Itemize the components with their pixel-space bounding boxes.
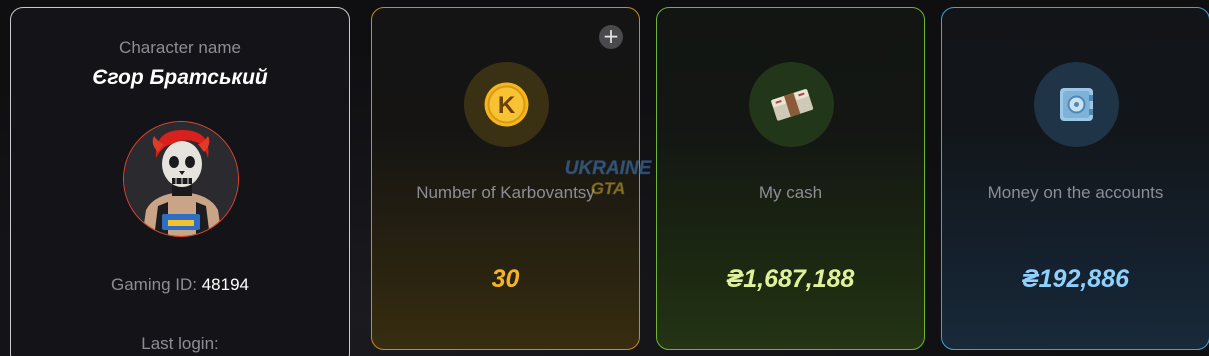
svg-text:K: K: [498, 92, 516, 119]
accounts-card: Money on the accounts ₴192,886: [941, 7, 1209, 350]
safe-icon: [1034, 62, 1119, 147]
cash-label: My cash: [758, 183, 823, 202]
character-name-label: Character name: [119, 38, 241, 57]
karbovanets-coin-icon: K: [464, 62, 549, 147]
gaming-id-label: Gaming ID:: [111, 275, 197, 294]
gaming-id-value: 48194: [201, 275, 249, 294]
stats-panel: Character name Єгор Братський Gaming ID:…: [0, 0, 1209, 356]
money-stack-icon: [749, 62, 834, 147]
karbovantsy-label: Number of Karbovantsy: [416, 183, 595, 202]
add-karbovantsy-button[interactable]: +: [599, 25, 623, 49]
cash-value: ₴1,687,188: [726, 265, 855, 293]
avatar: [123, 121, 239, 237]
character-card: Character name Єгор Братський Gaming ID:…: [10, 7, 350, 356]
last-login-label: Last login:: [141, 334, 219, 353]
karbovantsy-card: + K Number of Karbovantsy 30: [371, 7, 640, 350]
karbovantsy-value: 30: [491, 265, 520, 293]
accounts-value: ₴192,886: [1021, 265, 1130, 293]
cash-card: My cash ₴1,687,188: [656, 7, 925, 350]
gaming-id: Gaming ID: 48194: [11, 275, 349, 295]
accounts-label: Money on the accounts: [987, 183, 1164, 202]
character-name: Єгор Братський: [92, 66, 268, 89]
avatar-image: [124, 122, 238, 236]
